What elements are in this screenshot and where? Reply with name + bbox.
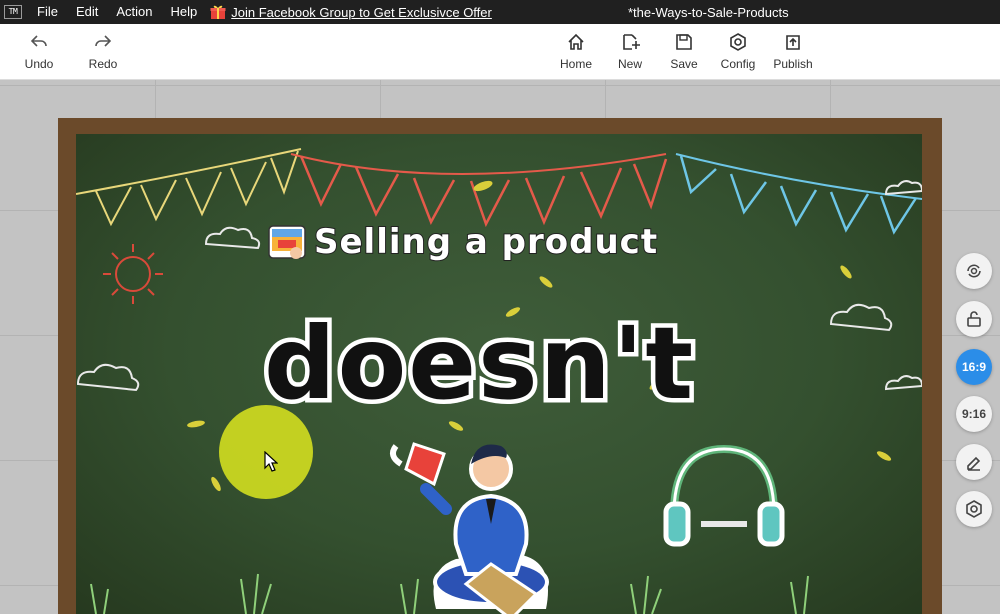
promo-banner[interactable]: Join Facebook Group to Get Exclusivce Of… [210, 4, 492, 20]
unlock-icon [967, 311, 981, 327]
menu-help[interactable]: Help [162, 0, 207, 24]
config-label: Config [720, 57, 756, 71]
heading-text[interactable]: Selling a product [313, 221, 658, 263]
undo-label: Undo [24, 57, 54, 71]
main-word-text[interactable]: doesn't [259, 309, 697, 418]
edit-button[interactable] [956, 444, 992, 480]
config-button[interactable]: Config [718, 24, 758, 80]
menu-file[interactable]: File [28, 0, 67, 24]
undo-button[interactable]: Undo [24, 24, 54, 80]
new-button[interactable]: New [612, 24, 648, 80]
toolbar: Undo Redo Home New Save Config Publish [0, 24, 1000, 80]
publish-label: Publish [773, 57, 813, 71]
canvas-area[interactable]: Selling a product doesn't [0, 80, 1000, 614]
chalkboard-frame: Selling a product doesn't [58, 118, 942, 614]
new-label: New [617, 57, 642, 71]
promo-link[interactable]: Join Facebook Group to Get Exclusivce Of… [231, 5, 492, 20]
yellow-bunting [95, 150, 299, 227]
gift-icon [210, 5, 226, 19]
publish-button[interactable]: Publish [772, 24, 814, 80]
undo-icon [30, 35, 47, 47]
ratio-16-9-button[interactable]: 16:9 [956, 349, 992, 385]
rotate-button[interactable] [956, 253, 992, 289]
menu-action[interactable]: Action [107, 0, 161, 24]
home-label: Home [559, 57, 592, 71]
shop-icon [268, 225, 306, 259]
save-icon [676, 34, 692, 50]
chalkboard-scene[interactable]: Selling a product doesn't [76, 134, 922, 614]
redo-icon [95, 35, 112, 47]
app-logo: TM [4, 5, 22, 19]
menubar: TM File Edit Action Help Join Facebook G… [0, 0, 1000, 24]
menu-edit[interactable]: Edit [67, 0, 107, 24]
eraser-icon [967, 456, 981, 471]
config-icon [730, 33, 746, 51]
save-button[interactable]: Save [666, 24, 702, 80]
chalk-sun [103, 244, 163, 304]
lock-button[interactable] [956, 301, 992, 337]
publish-icon [786, 35, 800, 50]
headphones-illustration [663, 444, 785, 547]
redo-button[interactable]: Redo [88, 24, 118, 80]
home-icon [568, 33, 584, 50]
refresh-icon [967, 264, 981, 278]
settings-icon [966, 500, 982, 518]
mouse-cursor-icon [264, 451, 278, 472]
document-title: *the-Ways-to-Sale-Products [628, 5, 789, 20]
new-file-icon [623, 34, 640, 50]
settings-button[interactable] [956, 491, 992, 527]
heading-group[interactable]: Selling a product [268, 221, 658, 263]
redo-label: Redo [88, 57, 118, 71]
home-button[interactable]: Home [558, 24, 594, 80]
ratio-9-16-button[interactable]: 9:16 [956, 396, 992, 432]
save-label: Save [670, 57, 698, 71]
app-window: TM File Edit Action Help Join Facebook G… [0, 0, 1000, 614]
